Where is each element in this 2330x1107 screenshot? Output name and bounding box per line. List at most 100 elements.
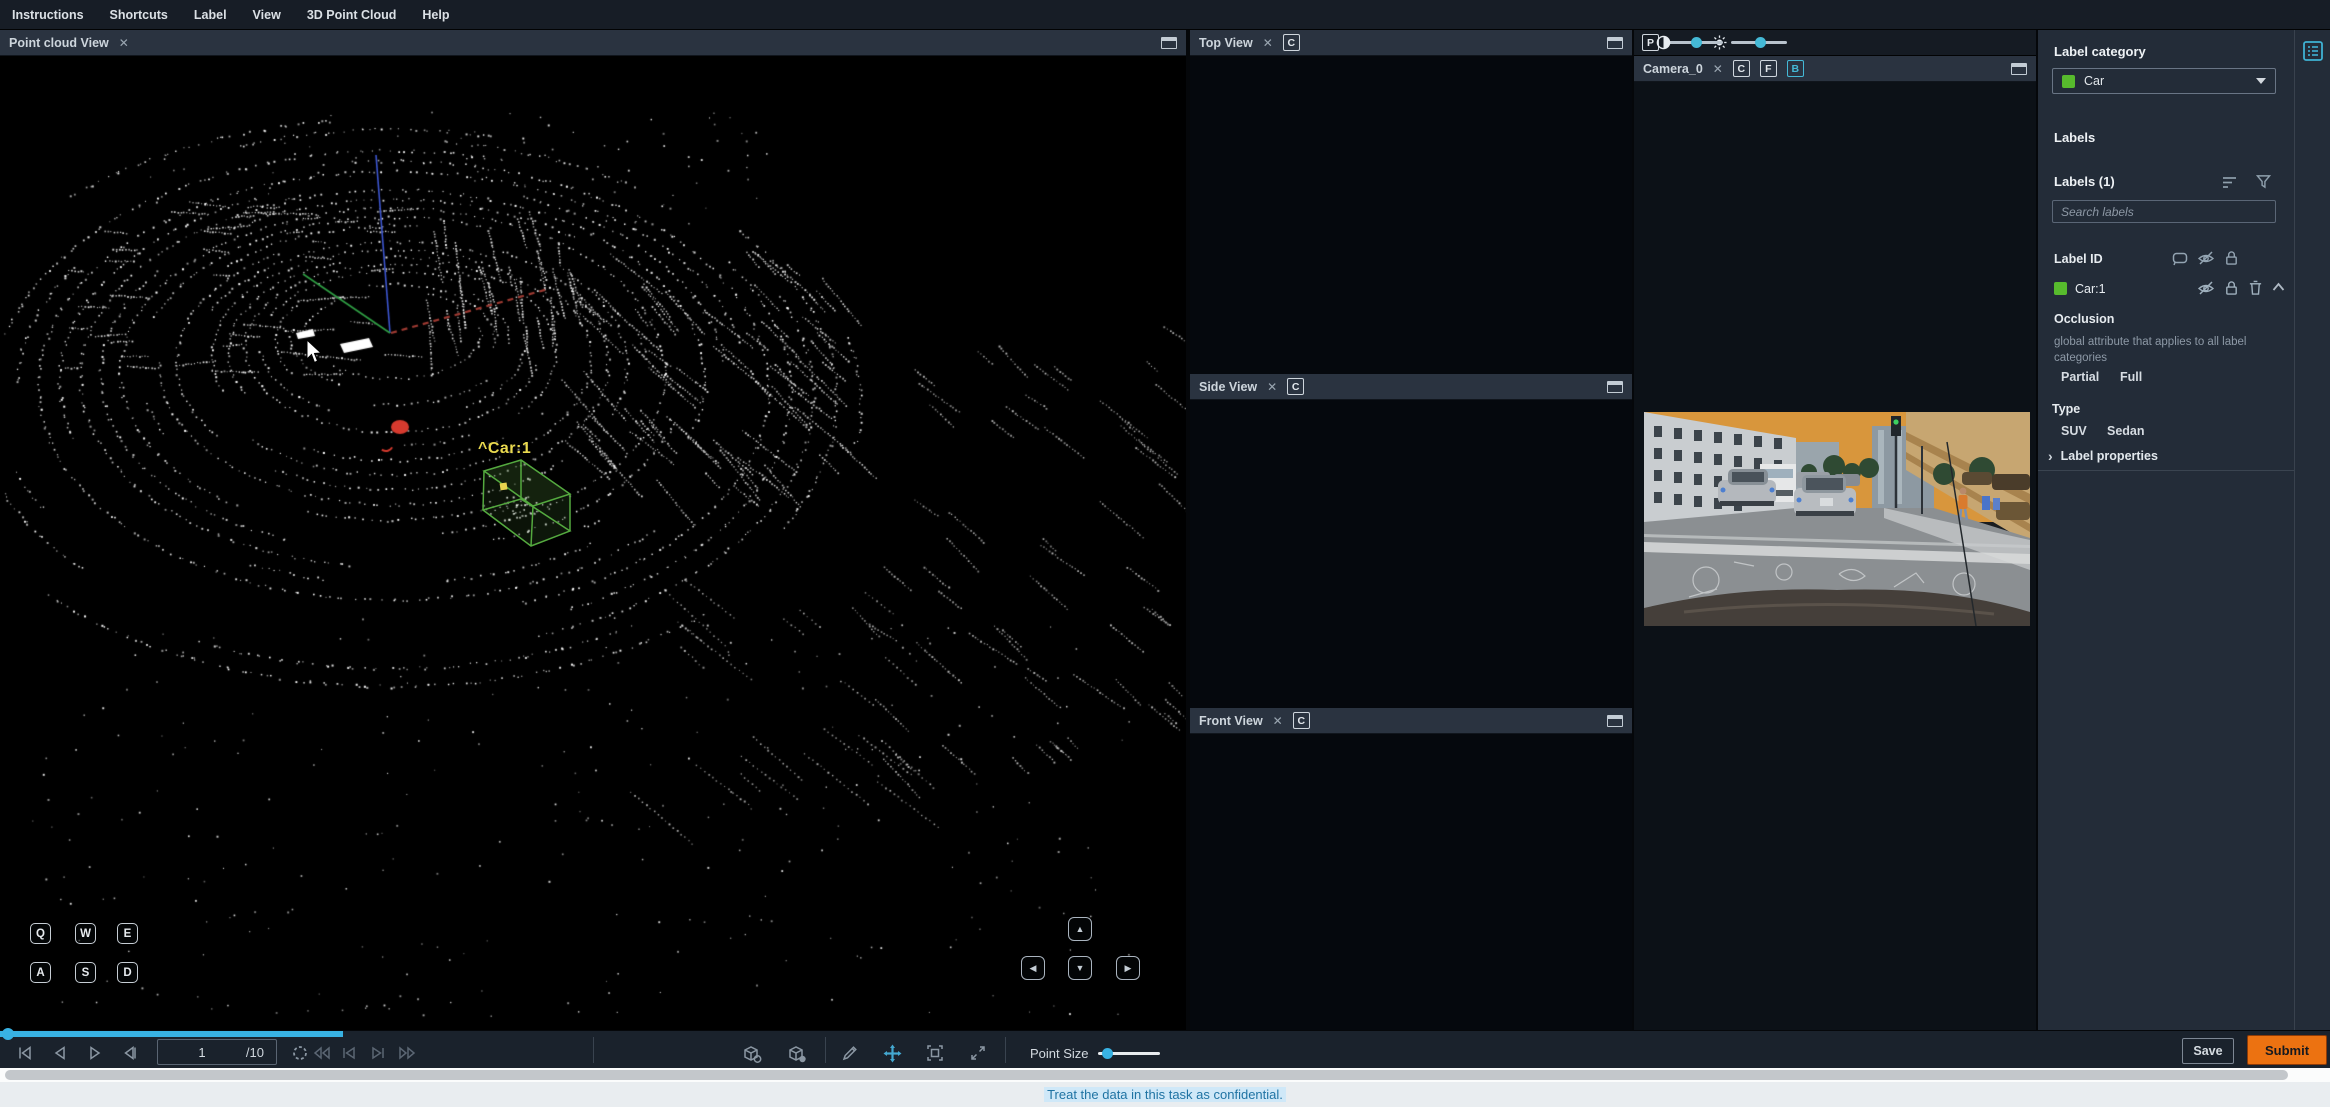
point-cloud-viewport: ^Car:1 Q W E A S D ▲ ◀ ▼ ▶ [0, 56, 1186, 1030]
fast-forward-button[interactable] [397, 1044, 416, 1062]
add-fitted-cuboid-icon[interactable] [786, 1044, 808, 1063]
tag-icon[interactable] [2172, 251, 2190, 266]
bottom-toolbar: /10 [0, 1028, 2330, 1068]
side-view-camera-button[interactable]: C [1287, 378, 1305, 395]
chevron-down-icon [2256, 78, 2266, 84]
type-heading: Type [2052, 402, 2081, 416]
front-view-panel: Front View ✕ C [1190, 708, 1632, 1030]
menu-instructions[interactable]: Instructions [12, 8, 84, 22]
horizontal-scrollbar[interactable] [0, 1068, 2330, 1082]
point-cloud-header: Point cloud View ✕ [0, 30, 1186, 56]
contrast-icon [1656, 35, 1671, 50]
trash-icon[interactable] [2248, 280, 2263, 296]
label-row-name[interactable]: Car:1 [2075, 282, 2106, 296]
contrast-slider[interactable] [1731, 37, 1787, 48]
camera-b-button[interactable]: B [1786, 60, 1804, 77]
key-w[interactable]: W [75, 923, 96, 944]
step-backward-button[interactable] [340, 1044, 358, 1062]
frame-seekbar[interactable] [0, 1028, 343, 1040]
menu-3d-point-cloud[interactable]: 3D Point Cloud [307, 8, 397, 22]
menu-label[interactable]: Label [194, 8, 227, 22]
submit-button[interactable]: Submit [2247, 1035, 2327, 1065]
side-view-panel: Side View ✕ C [1190, 374, 1632, 708]
key-e[interactable]: E [117, 923, 138, 944]
play-button[interactable] [86, 1044, 104, 1062]
filter-icon[interactable] [2256, 174, 2271, 189]
step-forward-button[interactable] [369, 1044, 387, 1062]
point-size-slider[interactable] [1098, 1048, 1160, 1059]
front-view-camera-button[interactable]: C [1292, 712, 1310, 729]
type-option-sedan[interactable]: Sedan [2107, 424, 2145, 438]
previous-frame-button[interactable] [51, 1044, 69, 1062]
pan-right-button[interactable]: ▶ [1116, 956, 1140, 980]
key-a[interactable]: A [30, 962, 51, 983]
key-s[interactable]: S [75, 962, 96, 983]
label-properties-toggle[interactable]: › Label properties [2048, 448, 2158, 464]
maximize-icon[interactable] [1607, 380, 1623, 393]
eye-hidden-icon[interactable] [2197, 250, 2215, 266]
close-icon[interactable]: ✕ [1273, 715, 1283, 727]
occlusion-option-partial[interactable]: Partial [2061, 370, 2099, 384]
move-tool-icon[interactable] [883, 1044, 902, 1063]
type-option-suv[interactable]: SUV [2061, 424, 2087, 438]
side-view-viewport[interactable] [1190, 400, 1632, 708]
camera-c-button[interactable]: C [1732, 60, 1750, 77]
camera-header: Camera_0 ✕ C F B [1634, 56, 2036, 82]
save-button[interactable]: Save [2182, 1038, 2234, 1064]
edit-pencil-icon[interactable] [841, 1044, 859, 1062]
search-labels-input[interactable] [2052, 200, 2276, 223]
camera-f-button[interactable]: F [1759, 60, 1777, 77]
frame-number-input[interactable] [158, 1044, 246, 1060]
maximize-icon[interactable] [1161, 36, 1177, 49]
confidential-banner: Treat the data in this task as confident… [0, 1082, 2330, 1107]
maximize-icon[interactable] [1607, 714, 1623, 727]
point-cloud-title: Point cloud View [9, 35, 109, 50]
divider [2038, 470, 2294, 471]
menu-shortcuts[interactable]: Shortcuts [110, 8, 168, 22]
add-cuboid-icon[interactable] [741, 1044, 763, 1063]
front-view-viewport[interactable] [1190, 734, 1632, 1030]
sort-icon[interactable] [2222, 176, 2238, 189]
frame-object-icon[interactable] [926, 1044, 944, 1062]
lock-icon[interactable] [2224, 250, 2239, 266]
pan-left-button[interactable]: ◀ [1021, 956, 1045, 980]
menu-view[interactable]: View [253, 8, 281, 22]
maximize-icon[interactable] [1607, 36, 1623, 49]
scrollbar-thumb[interactable] [5, 1070, 2288, 1080]
brightness-slider[interactable] [1667, 37, 1723, 48]
labels-count: Labels (1) [2054, 174, 2115, 189]
reload-icon[interactable] [291, 1044, 309, 1062]
close-icon[interactable]: ✕ [119, 37, 129, 49]
occlusion-option-full[interactable]: Full [2120, 370, 2142, 384]
last-frame-button[interactable] [121, 1044, 139, 1062]
top-view-viewport[interactable] [1190, 56, 1632, 374]
camera-image[interactable] [1644, 412, 2030, 626]
maximize-icon[interactable] [2011, 62, 2027, 75]
menu-help[interactable]: Help [422, 8, 449, 22]
close-icon[interactable]: ✕ [1267, 381, 1277, 393]
label-list-icon[interactable] [2302, 40, 2324, 62]
close-icon[interactable]: ✕ [1713, 63, 1723, 75]
chevron-up-icon[interactable] [2272, 282, 2285, 292]
fast-backward-button[interactable] [312, 1044, 330, 1062]
category-color-swatch [2062, 74, 2075, 88]
point-size-thumb[interactable] [1102, 1048, 1113, 1059]
occlusion-heading: Occlusion [2054, 312, 2115, 326]
point-cloud-panel: Point cloud View ✕ ^Car:1 Q W E A S D ▲ … [0, 30, 1188, 1030]
first-frame-button[interactable] [16, 1044, 34, 1062]
lock-icon[interactable] [2224, 280, 2239, 296]
pan-up-button[interactable]: ▲ [1068, 917, 1092, 941]
key-d[interactable]: D [117, 962, 138, 983]
expand-fullscreen-icon[interactable] [969, 1044, 987, 1062]
label-color-swatch [2054, 282, 2067, 295]
eye-hidden-icon[interactable] [2197, 280, 2215, 296]
seekbar-thumb[interactable] [2, 1028, 14, 1040]
close-icon[interactable]: ✕ [1263, 37, 1273, 49]
top-view-camera-button[interactable]: C [1282, 34, 1300, 51]
cuboid-label: ^Car:1 [478, 440, 532, 457]
pan-down-button[interactable]: ▼ [1068, 956, 1092, 980]
label-category-dropdown[interactable]: Car [2052, 68, 2276, 94]
key-q[interactable]: Q [30, 923, 51, 944]
point-cloud-canvas[interactable] [0, 56, 1186, 1030]
camera-toolbar: P [1634, 30, 2036, 56]
